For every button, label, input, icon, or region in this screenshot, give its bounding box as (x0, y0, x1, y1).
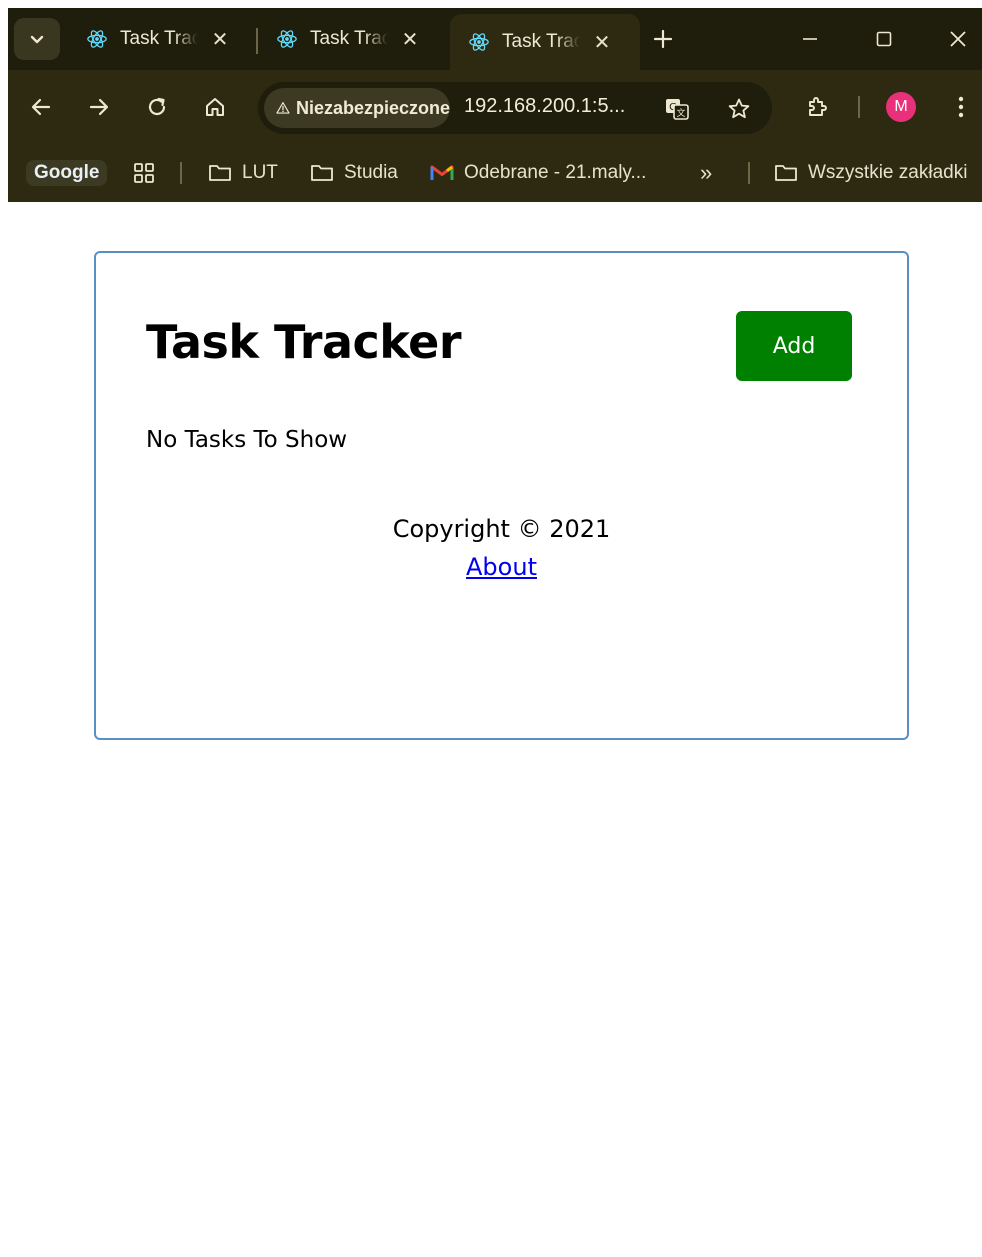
forward-button[interactable] (82, 90, 116, 124)
close-tab-icon[interactable]: ✕ (208, 27, 232, 51)
page-title: Task Tracker (146, 315, 462, 369)
minimize-icon (803, 38, 817, 40)
react-icon (276, 28, 298, 50)
profile-avatar[interactable]: M (886, 92, 916, 122)
navigation-toolbar: Niezabezpieczone 192.168.200.1:5... G文 M (8, 70, 982, 144)
close-tab-icon[interactable]: ✕ (398, 27, 422, 51)
bookmarks-overflow-button[interactable]: » (700, 158, 712, 188)
translate-button[interactable]: G文 (662, 94, 692, 124)
apps-button[interactable] (132, 158, 156, 188)
new-tab-button[interactable] (646, 22, 680, 56)
folder-icon (208, 163, 232, 183)
about-link[interactable]: About (466, 553, 537, 581)
title-bar: Task Tracker ✕ Task Tracker ✕ Task Track… (8, 8, 982, 70)
address-bar[interactable]: Niezabezpieczone 192.168.200.1:5... G文 (258, 82, 772, 134)
browser-chrome: Task Tracker ✕ Task Tracker ✕ Task Track… (8, 8, 982, 202)
more-vertical-icon (958, 96, 964, 118)
chevrons-right-icon: » (700, 160, 713, 185)
bookmarks-separator (180, 162, 182, 184)
apps-grid-icon (134, 163, 154, 183)
bookmark-label: Odebrane - 21.maly... (464, 162, 647, 183)
reload-icon (148, 97, 166, 116)
star-icon (728, 98, 750, 119)
back-button[interactable] (24, 90, 58, 124)
close-icon (950, 31, 966, 47)
bookmark-gmail[interactable]: Odebrane - 21.maly... (430, 158, 646, 188)
close-window-button[interactable] (938, 22, 978, 56)
empty-tasks-message: No Tasks To Show (146, 427, 348, 453)
translate-icon: G文 (666, 99, 689, 120)
tab-search-button[interactable] (14, 18, 60, 60)
bookmarks-separator (748, 162, 750, 184)
react-icon (86, 28, 108, 50)
google-label: Google (26, 160, 108, 186)
menu-button[interactable] (944, 90, 978, 124)
tab-title: Task Tracker (120, 28, 198, 49)
chevron-down-icon (30, 35, 44, 44)
close-tab-icon[interactable]: ✕ (590, 30, 614, 54)
bookmark-label: Studia (344, 162, 398, 183)
tab-title: Task Tracker (502, 31, 580, 52)
extensions-button[interactable] (800, 90, 834, 124)
all-bookmarks-label: Wszystkie zakładki (808, 162, 968, 183)
bookmark-star-button[interactable] (724, 94, 754, 124)
browser-tab[interactable]: Task Tracker ✕ (68, 14, 254, 64)
gmail-icon (430, 164, 454, 182)
svg-text:文: 文 (676, 107, 685, 119)
copyright-text: Copyright © 2021 (392, 515, 611, 543)
footer: Copyright © 2021 About (96, 515, 907, 581)
home-icon (206, 98, 224, 116)
maximize-button[interactable] (864, 22, 904, 56)
security-label: Niezabezpieczone (295, 97, 450, 118)
url-text[interactable]: 192.168.200.1:5... (464, 95, 625, 118)
bookmark-studia[interactable]: Studia (310, 158, 398, 188)
bookmark-lut[interactable]: LUT (208, 158, 278, 188)
browser-tab[interactable]: Task Tracker ✕ (258, 14, 444, 64)
home-button[interactable] (198, 90, 232, 124)
arrow-left-icon (31, 98, 51, 116)
reload-button[interactable] (140, 90, 174, 124)
security-indicator[interactable]: Niezabezpieczone (264, 88, 450, 128)
add-task-button[interactable]: Add (736, 311, 852, 381)
react-icon (468, 31, 490, 53)
minimize-button[interactable] (790, 22, 830, 56)
bookmark-label: LUT (242, 162, 278, 183)
task-tracker-container: Task Tracker Add No Tasks To Show Copyri… (94, 251, 909, 740)
arrow-right-icon (89, 98, 109, 116)
plus-icon (653, 29, 673, 49)
bookmarks-bar: Google LUT Studia Odebrane - 21.maly... … (8, 144, 982, 202)
folder-icon (310, 163, 334, 183)
tab-title: Task Tracker (310, 28, 388, 49)
toolbar-separator (858, 96, 860, 118)
folder-icon (774, 163, 798, 183)
warning-icon (276, 102, 290, 114)
puzzle-icon (809, 97, 827, 116)
bookmark-google[interactable]: Google (26, 158, 108, 188)
browser-tab-active[interactable]: Task Tracker ✕ (450, 14, 640, 70)
all-bookmarks-button[interactable]: Wszystkie zakładki (774, 158, 967, 188)
maximize-icon (876, 31, 892, 47)
